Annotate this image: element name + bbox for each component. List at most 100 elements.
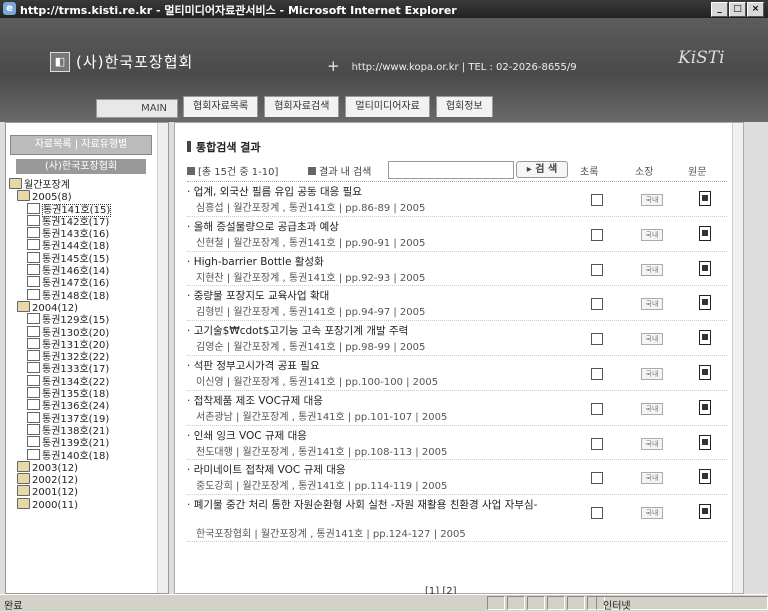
tree-issue[interactable]: 통권129호(15) — [9, 313, 168, 326]
search-button[interactable]: ▸ 검 색 — [516, 161, 568, 178]
tree-year[interactable]: 2001(12) — [9, 485, 168, 498]
tree-issue[interactable]: 통권135호(18) — [9, 387, 168, 400]
search-within-input[interactable] — [388, 161, 514, 179]
tree-issue[interactable]: 통권139호(21) — [9, 436, 168, 449]
sidebar-tabs[interactable]: 자료목록 | 자료유형별 — [10, 135, 152, 155]
abstract-checkbox[interactable] — [591, 507, 603, 520]
holding-badge[interactable]: 국내 — [641, 437, 663, 450]
tree-issue[interactable]: 통권133호(17) — [9, 362, 168, 375]
results-title: 통합검색 결과 — [187, 139, 261, 155]
tree-year[interactable]: 2004(12) — [9, 300, 168, 314]
tree-issue[interactable]: 통권148호(18) — [9, 288, 168, 302]
maximize-button[interactable]: □ — [729, 2, 746, 17]
result-title[interactable]: · 고기술$₩cdot$고기능 고속 포장기계 개발 주력 — [187, 325, 567, 337]
tree-issue[interactable]: 통권131호(20) — [9, 337, 168, 351]
tree-year[interactable]: 2005(8) — [9, 190, 168, 203]
result-row: · 업계, 외국산 필름 유입 공동 대응 필요 심흥섭 | 월간포장계 , 통권… — [187, 182, 727, 217]
document-icon — [27, 313, 40, 325]
tree-issue[interactable]: 통권138호(21) — [9, 423, 168, 437]
holding-badge[interactable]: 국내 — [641, 507, 663, 520]
tree-folder[interactable]: 월간포장계 — [9, 178, 168, 191]
abstract-checkbox[interactable] — [591, 437, 603, 450]
tree-issue[interactable]: 통권137호(19) — [9, 411, 168, 425]
tree-issue[interactable]: 통권142호(17) — [9, 214, 168, 228]
document-icon — [27, 387, 40, 399]
org-logo-icon: ◧ — [50, 52, 70, 72]
contact-text: http://www.kopa.or.kr | TEL : 02-2026-86… — [351, 62, 577, 73]
result-title[interactable]: · 폐기물 중간 처리 통한 자원순환형 사회 실천 -자원 재활용 친환경 사… — [187, 499, 567, 511]
abstract-checkbox[interactable] — [591, 194, 603, 206]
close-button[interactable]: × — [747, 2, 764, 17]
tree-issue[interactable]: 통권145호(15) — [9, 251, 168, 265]
fulltext-icon[interactable] — [699, 364, 711, 380]
holding-badge[interactable]: 국내 — [641, 367, 663, 380]
org-name[interactable]: (사)한국포장협회 — [76, 51, 193, 72]
fulltext-icon[interactable] — [699, 295, 711, 311]
result-meta: 서촌광남 | 월간포장계 , 통권141호 | pp.101-107 | 200… — [196, 411, 448, 423]
abstract-checkbox[interactable] — [591, 333, 603, 346]
tab-multimedia[interactable]: 멀티미디어자료 — [345, 96, 430, 117]
content-scrollbar[interactable] — [732, 123, 743, 593]
document-icon — [27, 362, 40, 374]
sidebar-org[interactable]: (사)한국포장협회 — [16, 159, 146, 174]
abstract-checkbox[interactable] — [591, 228, 603, 241]
abstract-checkbox[interactable] — [591, 263, 603, 276]
tree-issue[interactable]: 통권132호(22) — [9, 350, 168, 363]
result-title[interactable]: · 석판 정부고시가격 공표 필요 — [187, 360, 567, 372]
tree-issue[interactable]: 통권136호(24) — [9, 399, 168, 412]
fulltext-icon[interactable] — [699, 434, 711, 450]
tab-association-list[interactable]: 협회자료목록 — [183, 96, 259, 117]
result-title[interactable]: · 접착제품 제조 VOC규제 대응 — [187, 395, 567, 407]
document-icon — [27, 325, 40, 337]
abstract-checkbox[interactable] — [591, 472, 603, 485]
result-row: · 올해 증설물량으로 공급초과 예상 신현철 | 월간포장계 , 통권141호 … — [187, 217, 727, 252]
column-abstract: 초록 — [580, 167, 599, 178]
result-count: [총 15건 중 1-10] — [187, 163, 278, 178]
fulltext-icon[interactable] — [699, 330, 711, 346]
tree-issue[interactable]: 통권146호(14) — [9, 264, 168, 277]
document-icon — [27, 350, 40, 362]
result-title[interactable]: · 인쇄 잉크 VOC 규제 대응 — [187, 430, 567, 442]
main-button[interactable]: MAIN — [96, 99, 178, 118]
results-panel: 통합검색 결과 [총 15건 중 1-10] 결과 내 검색 ▸ 검 색 초록 … — [174, 122, 744, 597]
fulltext-icon[interactable] — [699, 399, 711, 415]
tree-year[interactable]: 2002(12) — [9, 473, 168, 486]
result-meta: 한국포장협회 | 월간포장계 , 통권141호 | pp.124-127 | 2… — [196, 529, 466, 541]
holding-badge[interactable]: 국내 — [641, 263, 663, 276]
tab-association-search[interactable]: 협회자료검색 — [264, 96, 340, 117]
tab-association-info[interactable]: 협회정보 — [435, 96, 493, 117]
kisti-logo[interactable]: KiSTi — [678, 48, 725, 68]
tree-issue[interactable]: 통권134호(22) — [9, 374, 168, 388]
tree-issue[interactable]: 통권141호(15) — [9, 202, 168, 217]
tree-issue[interactable]: 통권143호(16) — [9, 227, 168, 240]
fulltext-icon[interactable] — [699, 504, 711, 520]
fulltext-icon[interactable] — [699, 191, 711, 206]
tree-issue[interactable]: 통권147호(16) — [9, 276, 168, 289]
document-icon — [27, 264, 40, 276]
tree-year[interactable]: 2003(12) — [9, 460, 168, 474]
result-title[interactable]: · 중량물 포장지도 교육사업 확대 — [187, 290, 567, 302]
holding-badge[interactable]: 국내 — [641, 228, 663, 241]
minimize-button[interactable]: _ — [711, 2, 728, 17]
abstract-checkbox[interactable] — [591, 298, 603, 311]
tree-issue[interactable]: 통권144호(18) — [9, 239, 168, 252]
folder-icon — [17, 300, 30, 312]
fulltext-icon[interactable] — [699, 260, 711, 276]
holding-badge[interactable]: 국내 — [641, 402, 663, 415]
abstract-checkbox[interactable] — [591, 367, 603, 380]
abstract-checkbox[interactable] — [591, 402, 603, 415]
result-title[interactable]: · High-barrier Bottle 활성화 — [187, 256, 567, 268]
result-title[interactable]: · 라미네이트 접착제 VOC 규제 대응 — [187, 464, 567, 476]
result-title[interactable]: · 업계, 외국산 필름 유입 공동 대응 필요 — [187, 186, 567, 198]
holding-badge[interactable]: 국내 — [641, 472, 663, 485]
fulltext-icon[interactable] — [699, 225, 711, 241]
tree-year[interactable]: 2000(11) — [9, 497, 168, 511]
tree-issue[interactable]: 통권130호(20) — [9, 325, 168, 339]
sidebar-scrollbar[interactable] — [157, 123, 168, 593]
result-title[interactable]: · 올해 증설물량으로 공급초과 예상 — [187, 221, 567, 233]
fulltext-icon[interactable] — [699, 469, 711, 485]
holding-badge[interactable]: 국내 — [641, 194, 663, 206]
holding-badge[interactable]: 국내 — [641, 298, 663, 311]
holding-badge[interactable]: 국내 — [641, 333, 663, 346]
tree-issue[interactable]: 통권140호(18) — [9, 448, 168, 462]
